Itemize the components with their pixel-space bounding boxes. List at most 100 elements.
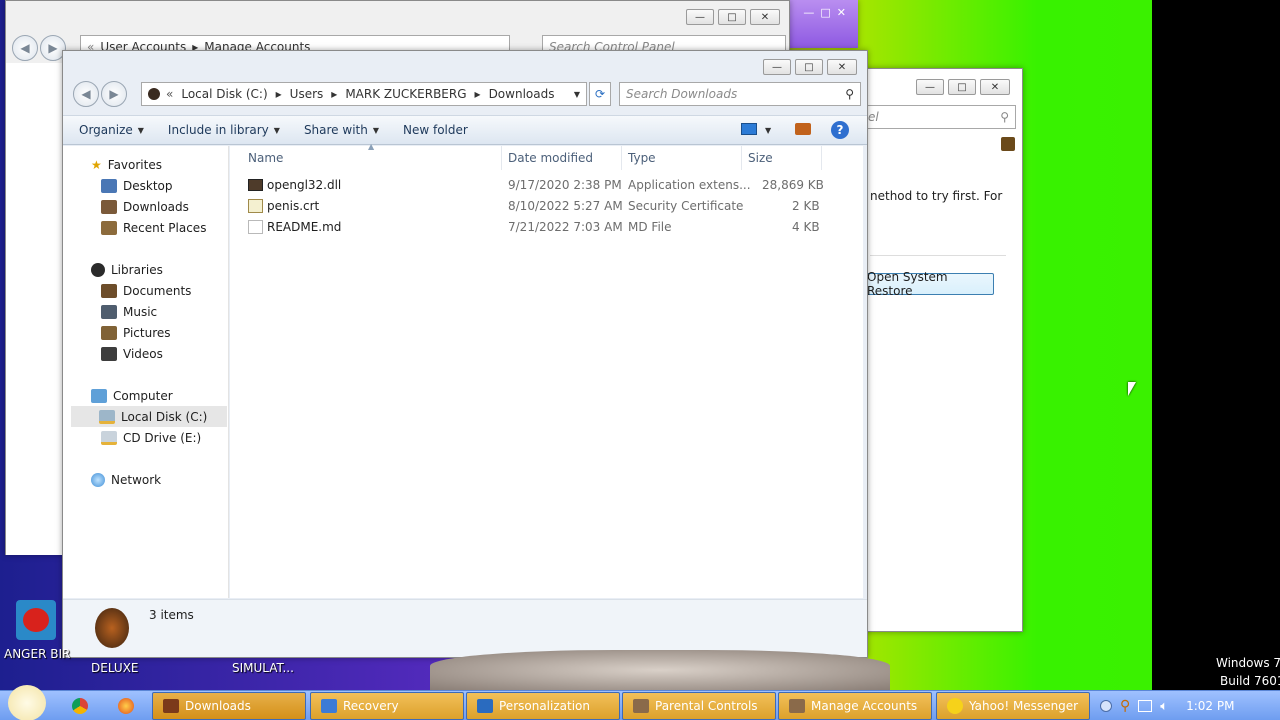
- tray-minus-icon[interactable]: [1100, 700, 1112, 712]
- column-header-name[interactable]: Name ▲: [230, 142, 502, 170]
- nav-cd-drive[interactable]: CD Drive (E:): [101, 427, 201, 448]
- chevron-down-icon: ▼: [137, 125, 144, 135]
- nav-favorites[interactable]: ★ Favorites: [91, 154, 162, 175]
- desktop-icon-label: ANGER BIR: [4, 647, 71, 661]
- preview-pane-icon[interactable]: [795, 123, 811, 135]
- nav-label: Favorites: [107, 157, 162, 172]
- tray-search-icon[interactable]: ⚲: [1120, 698, 1130, 714]
- nav-recent-places[interactable]: Recent Places: [101, 217, 206, 238]
- taskbar-button-personalization[interactable]: Personalization: [466, 692, 620, 720]
- taskbar-label: Downloads: [185, 699, 251, 713]
- chrome-icon[interactable]: [72, 698, 88, 714]
- minimize-icon[interactable]: —: [916, 79, 944, 95]
- nav-network[interactable]: Network: [91, 469, 161, 490]
- breadcrumb-item[interactable]: MARK ZUCKERBERG: [345, 87, 466, 101]
- search-input[interactable]: Search Downloads ⚲: [619, 82, 861, 106]
- view-options-icon[interactable]: [741, 123, 757, 135]
- nav-pictures[interactable]: Pictures: [101, 322, 171, 343]
- nav-libraries[interactable]: Libraries: [91, 259, 163, 280]
- back-button[interactable]: ◀: [73, 81, 99, 107]
- yahoo-smiley-icon: [947, 698, 963, 714]
- dll-file-icon: [248, 179, 263, 191]
- column-label: Type: [628, 151, 656, 165]
- chevron-right-icon[interactable]: ▸: [276, 87, 282, 101]
- search-icon[interactable]: ⚲: [1000, 110, 1009, 124]
- chevron-down-icon: ▼: [372, 125, 379, 135]
- file-row[interactable]: opengl32.dll 9/17/2020 2:38 PM Applicati…: [244, 175, 856, 196]
- nav-desktop[interactable]: Desktop: [101, 175, 173, 196]
- mouse-cursor-icon: [1128, 382, 1136, 396]
- explorer-window[interactable]: — □ ✕ ◀ ▶ « Local Disk (C:) ▸ Users ▸ MA…: [62, 50, 868, 658]
- nav-label: Music: [123, 304, 158, 319]
- network-tray-icon[interactable]: [1138, 700, 1153, 712]
- hard-drive-icon: [99, 409, 115, 424]
- minimize-icon[interactable]: —: [686, 9, 714, 25]
- file-row[interactable]: penis.crt 8/10/2022 5:27 AM Security Cer…: [244, 196, 856, 217]
- taskbar-button-recovery[interactable]: Recovery: [310, 692, 464, 720]
- angry-birds-icon[interactable]: [16, 600, 56, 640]
- breadcrumb-item[interactable]: Local Disk (C:): [181, 87, 267, 101]
- nav-music[interactable]: Music: [101, 301, 157, 322]
- taskbar-button-parental-controls[interactable]: Parental Controls: [622, 692, 776, 720]
- taskbar-button-downloads[interactable]: Downloads: [152, 692, 306, 720]
- maximize-icon[interactable]: □: [718, 9, 746, 25]
- minimize-icon[interactable]: —: [763, 59, 791, 75]
- music-icon: [101, 304, 117, 319]
- new-folder-button[interactable]: New folder: [395, 123, 476, 137]
- maximize-icon[interactable]: □: [795, 59, 823, 75]
- forward-button[interactable]: ▶: [101, 81, 127, 107]
- nav-label: Network: [111, 472, 162, 487]
- back-button[interactable]: ◀: [12, 35, 38, 61]
- nav-label: Desktop: [123, 178, 173, 193]
- close-icon[interactable]: ✕: [827, 59, 857, 75]
- chevron-down-icon[interactable]: ▼: [574, 90, 580, 99]
- taskbar-button-manage-accounts[interactable]: Manage Accounts: [778, 692, 932, 720]
- close-icon[interactable]: ✕: [980, 79, 1010, 95]
- chevron-right-icon[interactable]: ▸: [475, 87, 481, 101]
- volume-icon[interactable]: 🔈︎: [1160, 699, 1168, 714]
- taskbar-label: Manage Accounts: [811, 699, 918, 713]
- column-header-size[interactable]: Size: [742, 146, 822, 170]
- taskbar-button-yahoo-messenger[interactable]: Yahoo! Messenger: [936, 692, 1090, 720]
- user-tile-icon: [1001, 137, 1015, 151]
- nav-downloads[interactable]: Downloads: [101, 196, 189, 217]
- nav-computer[interactable]: Computer: [91, 385, 173, 406]
- file-name: opengl32.dll: [267, 178, 342, 192]
- purple-window-fragment[interactable]: —□✕: [790, 0, 858, 48]
- breadcrumb-overflow[interactable]: «: [166, 87, 173, 101]
- recovery-search-input[interactable]: anel ⚲: [846, 105, 1016, 129]
- maximize-icon[interactable]: □: [948, 79, 976, 95]
- purple-window-caption-icon[interactable]: —□✕: [803, 6, 852, 19]
- explorer-caption-buttons: — □ ✕: [763, 59, 857, 75]
- firefox-icon[interactable]: [118, 698, 134, 714]
- chevron-down-icon: ▼: [273, 125, 280, 135]
- column-header-date[interactable]: Date modified: [502, 146, 622, 170]
- share-with-menu[interactable]: Share with ▼: [296, 123, 387, 137]
- taskbar-label: Recovery: [343, 699, 399, 713]
- recovery-description-text: nethod to try first. For: [870, 189, 1003, 203]
- star-icon: ★: [91, 157, 102, 172]
- nav-videos[interactable]: Videos: [101, 343, 163, 364]
- nav-documents[interactable]: Documents: [101, 280, 191, 301]
- organize-menu[interactable]: Organize ▼: [71, 123, 152, 137]
- start-orb-icon[interactable]: [8, 685, 46, 720]
- file-type: MD File: [628, 220, 672, 234]
- file-row[interactable]: README.md 7/21/2022 7:03 AM MD File 4 KB: [244, 217, 856, 238]
- search-icon[interactable]: ⚲: [845, 87, 854, 101]
- breadcrumb-item[interactable]: Downloads: [489, 87, 555, 101]
- clock[interactable]: 1:02 PM: [1186, 699, 1234, 713]
- breadcrumb-item[interactable]: Users: [290, 87, 324, 101]
- address-bar[interactable]: « Local Disk (C:) ▸ Users ▸ MARK ZUCKERB…: [141, 82, 587, 106]
- chevron-right-icon[interactable]: ▸: [331, 87, 337, 101]
- include-in-library-menu[interactable]: Include in library ▼: [160, 123, 288, 137]
- help-icon[interactable]: ?: [831, 121, 849, 139]
- refresh-icon[interactable]: ⟳: [589, 82, 611, 106]
- open-system-restore-button[interactable]: Open System Restore: [866, 270, 994, 298]
- nav-local-disk[interactable]: Local Disk (C:): [71, 406, 227, 427]
- chevron-down-icon[interactable]: ▼: [765, 126, 771, 135]
- desktop-black-strip: [1152, 0, 1280, 690]
- organize-label: Organize: [79, 123, 133, 137]
- recovery-window[interactable]: — □ ✕ anel ⚲ nethod to try first. For Op…: [845, 68, 1023, 632]
- close-icon[interactable]: ✕: [750, 9, 780, 25]
- column-header-type[interactable]: Type: [622, 146, 742, 170]
